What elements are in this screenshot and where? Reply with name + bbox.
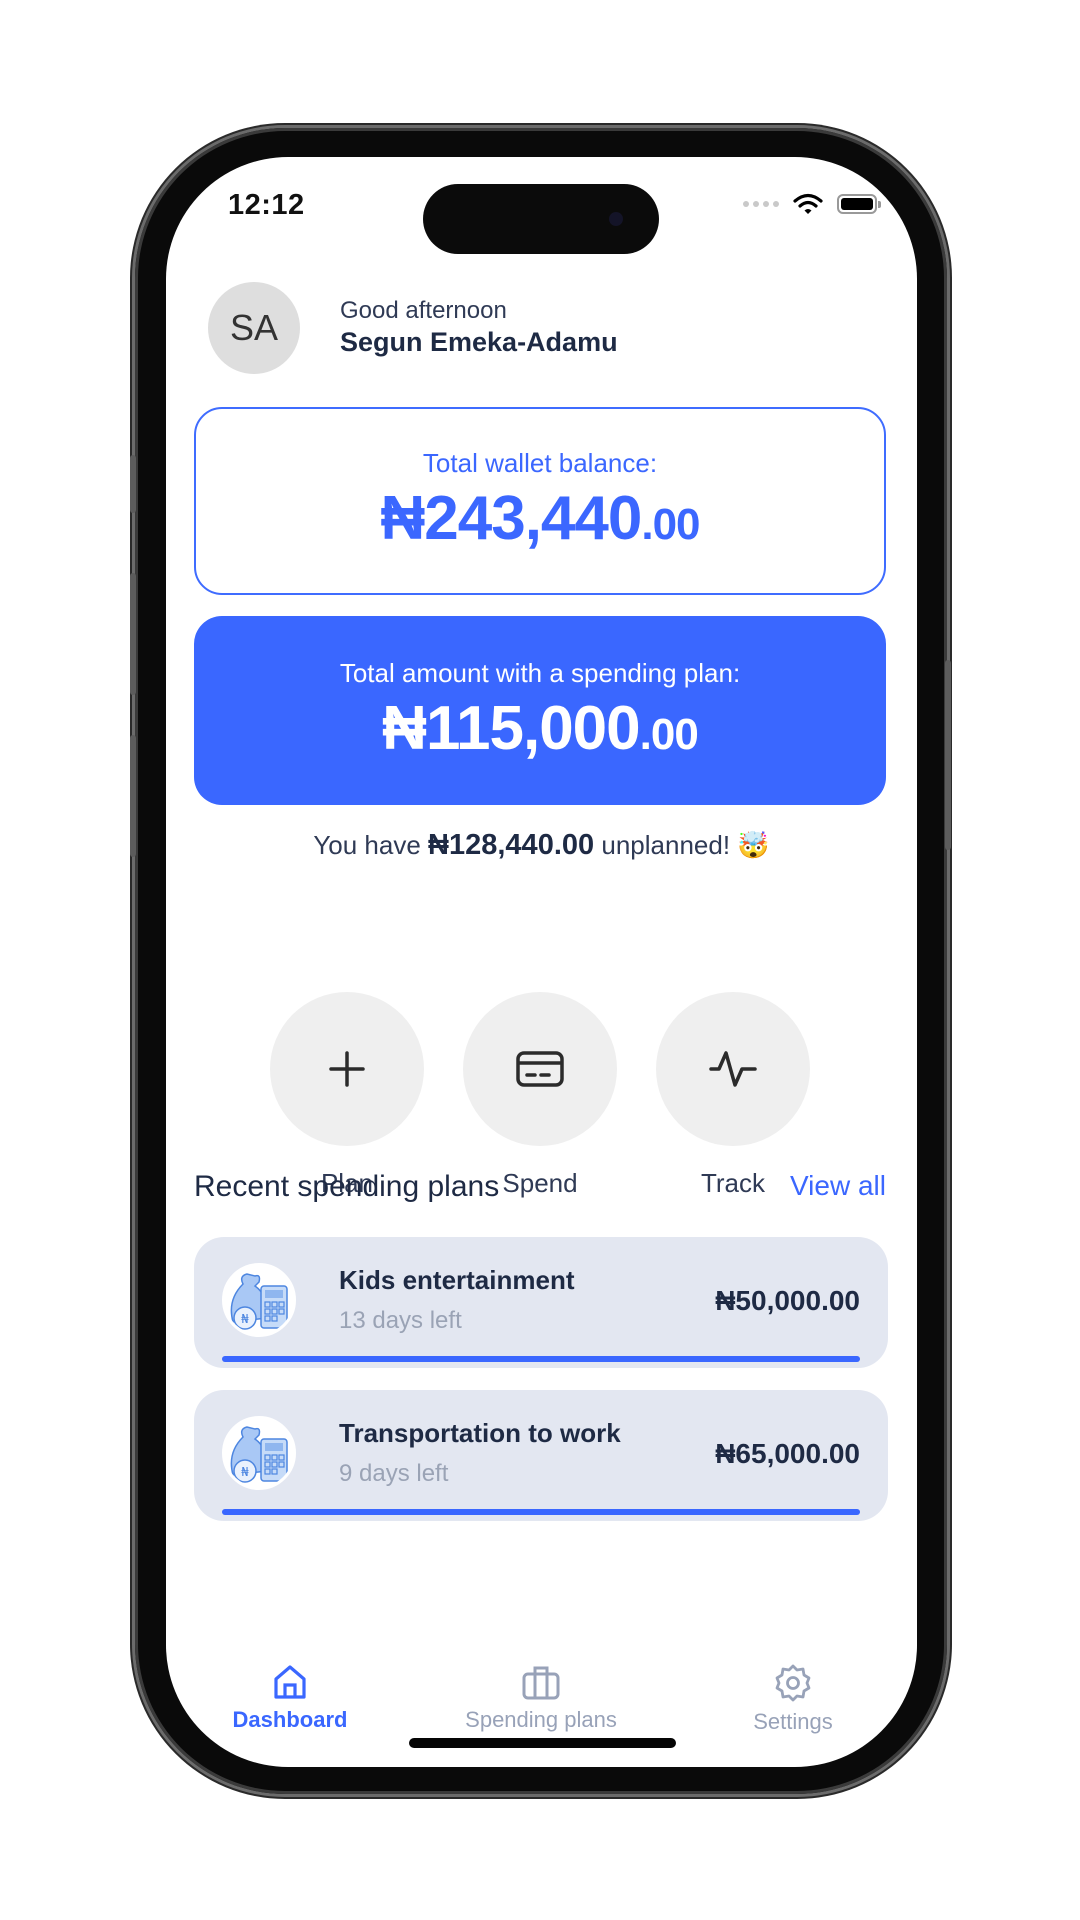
plan-button[interactable]: [270, 992, 424, 1146]
wallet-amount-decimal: .00: [641, 500, 700, 549]
volume-up-button: [130, 573, 136, 695]
plan-amount: ₦65,000.00: [715, 1438, 860, 1469]
plan-progress-track: [222, 1509, 860, 1515]
dynamic-island: [423, 184, 659, 254]
greeting-text: Good afternoon: [340, 297, 507, 324]
wallet-balance-label: Total wallet balance:: [422, 448, 658, 478]
home-icon: [274, 1665, 306, 1699]
power-button: [945, 660, 951, 850]
track-label: Track: [700, 1168, 766, 1198]
plan-amount: ₦50,000.00: [715, 1285, 860, 1316]
track-action[interactable]: Track: [656, 992, 810, 1199]
unplanned-amount: ₦128,440.00: [428, 829, 595, 861]
recent-plans-title: Recent spending plans: [194, 1170, 500, 1203]
plan-title: Kids entertainment: [339, 1265, 575, 1295]
spend-button[interactable]: [463, 992, 617, 1146]
plan-list-item[interactable]: ₦ Kids entertainment 13 days left ₦50,00…: [194, 1237, 888, 1368]
plan-days-left: 13 days left: [339, 1307, 462, 1334]
tab-settings-label: Settings: [753, 1709, 833, 1734]
exploding-head-emoji: 🤯: [737, 830, 770, 860]
plan-progress-bar: [222, 1509, 860, 1515]
wallet-amount-main: ₦243,440: [380, 484, 642, 553]
plan-progress-track: [222, 1356, 860, 1362]
money-bag-calculator-icon: ₦: [222, 1416, 296, 1490]
tab-dashboard[interactable]: Dashboard: [190, 1663, 390, 1733]
activity-icon: [709, 1051, 757, 1087]
planned-amount-label: Total amount with a spending plan:: [339, 657, 741, 688]
home-indicator[interactable]: [409, 1738, 676, 1748]
wifi-icon: [793, 193, 823, 214]
track-button[interactable]: [656, 992, 810, 1146]
tab-spending-plans-label: Spending plans: [465, 1707, 617, 1732]
planned-amount-main: ₦115,000: [382, 693, 640, 763]
user-name: Segun Emeka-Adamu: [340, 327, 618, 357]
tab-dashboard-label: Dashboard: [232, 1707, 348, 1732]
money-bag-calculator-icon: ₦: [222, 1263, 296, 1337]
plan-progress-bar: [222, 1356, 860, 1362]
signal-icon: [743, 201, 779, 207]
unplanned-prefix: You have: [313, 830, 421, 860]
unplanned-summary: You have ₦128,440.00 unplanned! 🤯: [166, 829, 917, 862]
avatar[interactable]: SA: [208, 282, 300, 374]
svg-text:₦: ₦: [241, 1312, 249, 1326]
avatar-initials: SA: [229, 307, 279, 348]
volume-down-button: [130, 735, 136, 857]
planned-amount-card: Total amount with a spending plan: ₦115,…: [194, 616, 886, 805]
status-indicators: [743, 193, 881, 215]
wallet-balance-card: Total wallet balance: ₦243,440.00: [194, 407, 886, 595]
spend-label: Spend: [502, 1168, 578, 1198]
plan-action[interactable]: Plan: [270, 992, 424, 1199]
wallet-balance-amount: ₦243,440.00: [380, 483, 700, 554]
planned-amount: ₦115,000.00: [382, 693, 699, 764]
view-all-link[interactable]: View all: [790, 1170, 886, 1202]
card-icon: [516, 1051, 564, 1087]
plan-title: Transportation to work: [339, 1418, 621, 1448]
tab-settings[interactable]: Settings: [693, 1663, 893, 1735]
battery-icon: [837, 194, 881, 214]
action-button: [130, 455, 136, 513]
gear-icon: [775, 1664, 811, 1702]
spend-action[interactable]: Spend: [463, 992, 617, 1199]
plan-list-item[interactable]: ₦ Transportation to work 9 days left ₦65…: [194, 1390, 888, 1521]
camera-dot: [609, 212, 623, 226]
app-screen: 12:12 SA Good afternoon Segun Emeka-Adam…: [166, 157, 917, 1767]
plan-days-left: 9 days left: [339, 1460, 449, 1487]
briefcase-icon: [522, 1666, 560, 1700]
status-time: 12:12: [228, 189, 305, 221]
tab-spending-plans[interactable]: Spending plans: [441, 1663, 641, 1733]
plus-icon: [329, 1051, 365, 1087]
unplanned-suffix: unplanned!: [601, 830, 731, 860]
svg-text:₦: ₦: [241, 1465, 249, 1479]
planned-amount-decimal: .00: [639, 709, 699, 759]
